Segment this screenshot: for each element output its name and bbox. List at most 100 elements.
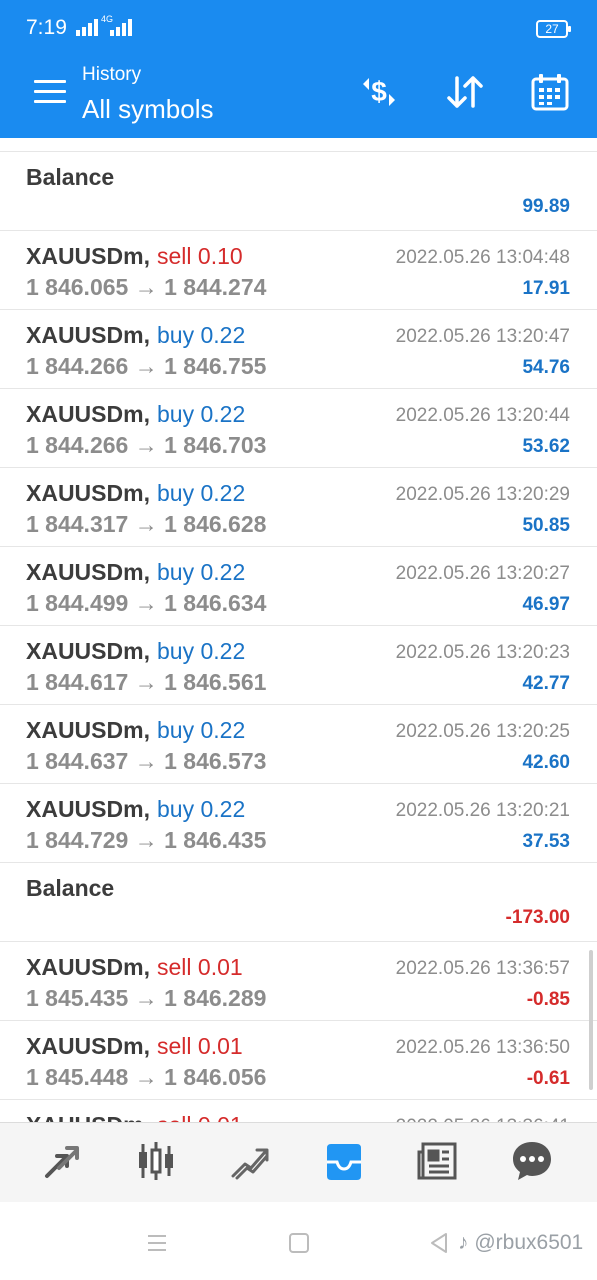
deal-time: 2022.05.26 13:04:48 <box>395 247 570 268</box>
tab-news[interactable] <box>412 1137 464 1189</box>
deal-row[interactable]: XAUUSDm, sell 0.01 2022.05.26 13:36:57 1 84… <box>0 942 597 1021</box>
deal-row[interactable]: XAUUSDm,sell 0.012022.05.26 13:36:41 → <box>0 1100 597 1122</box>
balance-label: Balance <box>26 875 115 901</box>
deal-row[interactable]: XAUUSDm, buy 0.22 2022.05.26 13:20:23 1 844… <box>0 626 597 705</box>
deal-time: 2022.05.26 13:20:29 <box>395 484 570 505</box>
deal-type: buy 0.22 <box>157 638 246 664</box>
watermark-text: @rbux6501 <box>474 1231 584 1254</box>
status-time: 7:19 <box>26 16 67 39</box>
balance-row[interactable]: Balance -173.00 <box>0 863 597 942</box>
deal-type: sell 0.01 <box>157 954 243 980</box>
deal-row[interactable]: XAUUSDm, buy 0.22 2022.05.26 13:20:21 1 844… <box>0 784 597 863</box>
deal-type: buy 0.22 <box>157 480 246 506</box>
deal-symbol: XAUUSDm, <box>26 401 150 427</box>
tab-history[interactable] <box>318 1137 370 1189</box>
deal-time: 2022.05.26 13:20:47 <box>395 326 570 347</box>
deal-profit: 17.91 <box>522 278 570 299</box>
menu-icon[interactable] <box>34 80 66 104</box>
deal-prices: 1 844.266 → 1 846.755 <box>26 353 267 379</box>
deal-type: buy 0.22 <box>157 322 246 348</box>
system-navigation-bar: ♪ @rbux6501 <box>0 1202 597 1280</box>
signal-icon <box>76 18 98 36</box>
arrow-right-icon: → <box>134 985 158 1011</box>
deal-prices: 1 845.435 → 1 846.289 <box>26 985 267 1011</box>
deal-type: sell 0.01 <box>157 1112 243 1122</box>
balance-value: 99.89 <box>522 196 570 217</box>
arrows-icon <box>39 1138 85 1189</box>
calendar-icon[interactable] <box>528 70 572 114</box>
deal-row[interactable]: XAUUSDm, buy 0.22 2022.05.26 13:20:29 1 844… <box>0 468 597 547</box>
deal-time: 2022.05.26 13:20:27 <box>395 563 570 584</box>
deal-time: 2022.05.26 13:36:57 <box>395 958 570 979</box>
back-icon[interactable] <box>424 1228 454 1258</box>
deal-profit: 46.97 <box>522 594 570 615</box>
arrow-right-icon: → <box>134 511 158 537</box>
arrow-right-icon: → <box>134 274 158 300</box>
list-divider <box>0 138 597 152</box>
deal-prices: 1 844.729 → 1 846.435 <box>26 827 267 853</box>
tab-chart[interactable] <box>130 1137 182 1189</box>
deal-prices: 1 846.065 → 1 844.274 <box>26 274 267 300</box>
deal-prices: 1 845.448 → 1 846.056 <box>26 1064 267 1090</box>
app-header: 7:19 4G 27 History All symbols $ <box>0 0 597 138</box>
deal-time: 2022.05.26 13:20:23 <box>395 642 570 663</box>
recents-icon[interactable] <box>142 1228 172 1258</box>
deal-symbol: XAUUSDm, <box>26 796 150 822</box>
deal-type: sell 0.10 <box>157 243 243 269</box>
deal-prices: 1 844.317 → 1 846.628 <box>26 511 267 537</box>
deal-symbol: XAUUSDm, <box>26 1033 150 1059</box>
deal-profit: -0.61 <box>526 1068 570 1089</box>
deal-type: buy 0.22 <box>157 559 246 585</box>
chat-bubble-icon <box>509 1138 555 1189</box>
history-list[interactable]: Balance 99.89 XAUUSDm, sell 0.10 2022.05.26 … <box>0 138 597 1122</box>
home-icon[interactable] <box>284 1228 314 1258</box>
deal-row[interactable]: XAUUSDm, buy 0.22 2022.05.26 13:20:25 1 844… <box>0 705 597 784</box>
page-title[interactable]: All symbols <box>82 94 213 125</box>
tiktok-icon: ♪ <box>458 1231 469 1254</box>
deal-symbol: XAUUSDm, <box>26 559 150 585</box>
scrollbar[interactable] <box>589 950 593 1090</box>
tab-chat[interactable] <box>506 1137 558 1189</box>
deal-symbol: XAUUSDm, <box>26 954 150 980</box>
currency-exchange-icon[interactable]: $ <box>357 70 401 114</box>
balance-value: -173.00 <box>505 907 570 928</box>
page-subtitle: History <box>82 64 142 85</box>
tab-quotes[interactable] <box>36 1137 88 1189</box>
deal-time: 2022.05.26 13:20:21 <box>395 800 570 821</box>
trend-icon <box>227 1138 273 1189</box>
deal-symbol: XAUUSDm, <box>26 322 150 348</box>
arrow-right-icon: → <box>134 669 158 695</box>
arrow-right-icon: → <box>134 432 158 458</box>
signal-icon-2 <box>110 18 132 36</box>
deal-time: 2022.05.26 13:20:25 <box>395 721 570 742</box>
balance-row[interactable]: Balance 99.89 <box>0 152 597 231</box>
balance-label: Balance <box>26 164 115 190</box>
arrow-right-icon: → <box>134 590 158 616</box>
deal-prices: 1 844.266 → 1 846.703 <box>26 432 267 458</box>
inbox-icon <box>321 1138 367 1189</box>
deal-row[interactable]: XAUUSDm, sell 0.01 2022.05.26 13:36:50 1 84… <box>0 1021 597 1100</box>
deal-profit: 54.76 <box>522 357 570 378</box>
sort-icon[interactable] <box>443 70 487 114</box>
deal-symbol: XAUUSDm, <box>26 480 150 506</box>
deal-symbol: XAUUSDm, <box>26 638 150 664</box>
watermark: ♪ @rbux6501 <box>458 1231 583 1255</box>
deal-symbol: XAUUSDm, <box>26 717 150 743</box>
svg-text:$: $ <box>371 76 387 107</box>
deal-symbol: XAUUSDm, <box>26 1112 150 1122</box>
deal-prices: 1 844.617 → 1 846.561 <box>26 669 267 695</box>
tab-trade[interactable] <box>224 1137 276 1189</box>
deal-row[interactable]: XAUUSDm, buy 0.22 2022.05.26 13:20:47 1 844… <box>0 310 597 389</box>
deal-profit: 42.60 <box>522 752 570 773</box>
deal-row[interactable]: XAUUSDm, buy 0.22 2022.05.26 13:20:44 1 844… <box>0 389 597 468</box>
deal-prices: 1 844.499 → 1 846.634 <box>26 590 267 616</box>
deal-row[interactable]: XAUUSDm, buy 0.22 2022.05.26 13:20:27 1 844… <box>0 547 597 626</box>
deal-symbol: XAUUSDm, <box>26 243 150 269</box>
arrow-right-icon: → <box>134 353 158 379</box>
candlestick-icon <box>133 1138 179 1189</box>
deal-type: buy 0.22 <box>157 796 246 822</box>
deal-profit: 50.85 <box>522 515 570 536</box>
deal-prices: 1 844.637 → 1 846.573 <box>26 748 267 774</box>
deal-time: 2022.05.26 13:36:50 <box>395 1037 570 1058</box>
deal-row[interactable]: XAUUSDm, sell 0.10 2022.05.26 13:04:48 1 84… <box>0 231 597 310</box>
